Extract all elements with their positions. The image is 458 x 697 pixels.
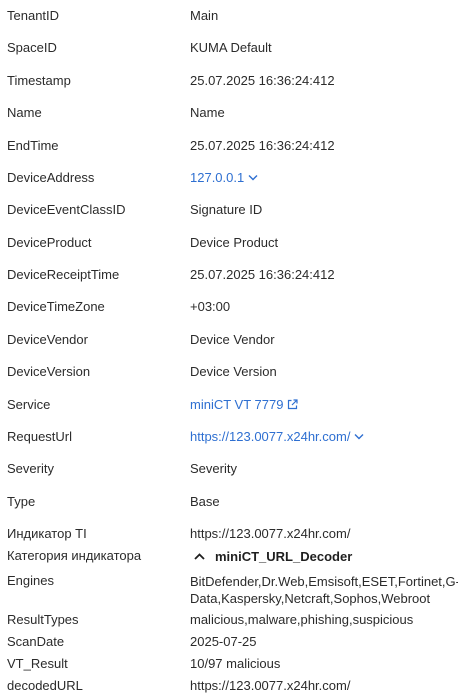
field-value: Device Product [190, 235, 279, 250]
field-value: Signature ID [190, 202, 263, 217]
field-key: DeviceVendor [7, 332, 88, 347]
field-key: ResultTypes [7, 612, 79, 627]
field-key: RequestUrl [7, 429, 73, 444]
field-key: Name [7, 105, 42, 120]
field-key: Timestamp [7, 73, 71, 88]
chevron-down-icon [354, 434, 364, 440]
field-value: 25.07.2025 16:36:24:412 [190, 267, 335, 282]
service-link[interactable]: miniCT VT 7779 [190, 397, 299, 412]
field-value: Name [190, 105, 225, 120]
field-key: Severity [7, 461, 54, 476]
field-key: DeviceEventClassID [7, 202, 126, 217]
field-value: Base [190, 494, 220, 509]
chevron-up-icon [194, 553, 205, 560]
field-key: Категория индикатора [7, 548, 142, 563]
field-value: 25.07.2025 16:36:24:412 [190, 138, 335, 153]
request-url-link: https://123.0077.x24hr.com/ [190, 429, 351, 444]
field-value: 2025-07-25 [190, 634, 257, 649]
device-address-link: 127.0.0.1 [190, 170, 245, 185]
field-key: DeviceReceiptTime [7, 267, 120, 282]
field-value: KUMA Default [190, 40, 272, 55]
field-key: TenantID [7, 8, 60, 23]
field-key: Type [7, 494, 36, 509]
field-key: VT_Result [7, 656, 68, 671]
service-link-label: miniCT VT 7779 [190, 397, 284, 412]
request-url-dropdown[interactable]: https://123.0077.x24hr.com/ [190, 429, 364, 444]
field-key: EndTime [7, 138, 59, 153]
field-value: BitDefender,Dr.Web,Emsisoft,ESET,Fortine… [190, 574, 458, 606]
field-value: Severity [190, 461, 237, 476]
field-value: https://123.0077.x24hr.com/ [190, 429, 452, 444]
field-key: Service [7, 397, 51, 412]
field-key: Индикатор TI [7, 526, 87, 541]
field-value: Device Version [190, 364, 277, 379]
chevron-down-icon [248, 175, 258, 181]
field-value: miniCT VT 7779 [190, 397, 452, 412]
field-value: +03:00 [190, 299, 231, 314]
field-value: Main [190, 8, 219, 23]
field-key: ScanDate [7, 634, 65, 649]
field-key: SpaceID [7, 40, 57, 55]
field-value: Device Vendor [190, 332, 275, 347]
field-value: miniCT_URL_Decoder [190, 548, 452, 564]
category-name: miniCT_URL_Decoder [215, 549, 353, 564]
field-value: 10/97 malicious [190, 656, 281, 671]
field-value: 25.07.2025 16:36:24:412 [190, 73, 335, 88]
field-value: malicious,malware,phishing,suspicious [190, 612, 414, 627]
field-key: decodedURL [7, 678, 83, 693]
category-collapse-toggle[interactable]: miniCT_URL_Decoder [190, 549, 352, 564]
field-key: DeviceProduct [7, 235, 92, 250]
external-link-icon [288, 399, 299, 410]
field-key: Engines [7, 573, 54, 588]
field-key: DeviceTimeZone [7, 299, 105, 314]
field-value: 127.0.0.1 [190, 170, 452, 185]
device-address-dropdown[interactable]: 127.0.0.1 [190, 170, 258, 185]
field-value: https://123.0077.x24hr.com/ [190, 526, 351, 541]
field-key: DeviceVersion [7, 364, 91, 379]
field-key: DeviceAddress [7, 170, 95, 185]
field-value: https://123.0077.x24hr.com/ [190, 678, 351, 693]
